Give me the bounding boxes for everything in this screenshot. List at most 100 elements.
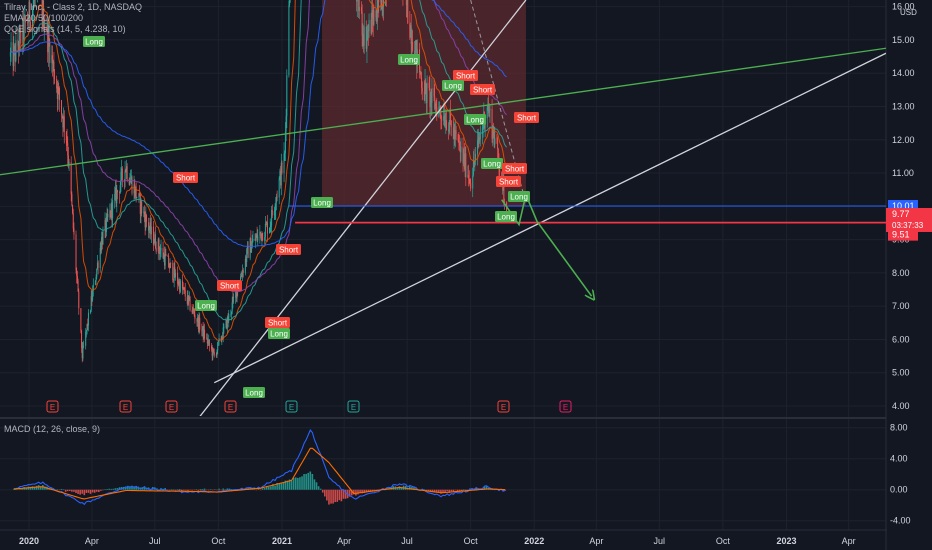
macd-histogram-bar xyxy=(106,489,108,490)
candle-body xyxy=(276,196,278,198)
macd-histogram-bar xyxy=(187,489,189,491)
macd-histogram-bar xyxy=(321,489,324,493)
candle-body xyxy=(252,238,254,242)
price-tick-label: 7.00 xyxy=(892,301,910,311)
macd-histogram-bar xyxy=(93,489,96,493)
macd-histogram-bar xyxy=(199,488,202,490)
long-signal-tag: Long xyxy=(398,54,420,65)
candle-body xyxy=(179,280,181,292)
price-tick-label: 12.00 xyxy=(892,135,915,145)
earnings-marker-label: E xyxy=(351,403,356,412)
candle-body xyxy=(266,222,268,234)
macd-histogram-bar xyxy=(203,488,206,490)
macd-histogram-bar xyxy=(326,489,328,501)
candle-body xyxy=(465,153,467,178)
signal-tag-label: Short xyxy=(499,178,519,187)
candle-body xyxy=(278,178,280,198)
candle-body xyxy=(431,88,433,103)
candle-body xyxy=(78,291,80,309)
signal-tag-label: Short xyxy=(279,246,299,255)
candle-body xyxy=(247,245,249,258)
candle-body xyxy=(426,82,428,104)
macd-histogram-bar xyxy=(89,489,92,494)
macd-histogram-bar xyxy=(108,488,110,490)
macd-histogram-bar xyxy=(195,489,198,490)
macd-histogram-bar xyxy=(189,489,191,491)
long-signal-tag: Long xyxy=(311,197,333,208)
candle-body xyxy=(479,133,481,140)
earnings-marker-label: E xyxy=(501,403,506,412)
candle-body xyxy=(58,87,60,101)
candle-body xyxy=(233,297,235,298)
candle-body xyxy=(75,234,77,271)
short-signal-tag: Short xyxy=(217,280,242,291)
time-tick-label: Jul xyxy=(654,536,666,546)
macd-histogram-bar xyxy=(332,489,334,504)
macd-histogram-bar xyxy=(197,489,200,491)
candle-body xyxy=(82,346,84,359)
candle-body xyxy=(83,345,85,347)
macd-tick-label: 8.00 xyxy=(890,423,908,433)
time-tick-label: 2022 xyxy=(524,536,544,546)
long-signal-tag: Long xyxy=(495,211,517,222)
qqe-legend[interactable]: QQE signals (14, 5, 4.238, 10) xyxy=(4,24,142,35)
main-chart-svg[interactable]: Long Short Short Long Short Short Long Long Long… xyxy=(0,0,932,550)
macd-histogram-bar xyxy=(450,489,453,492)
macd-histogram-bar xyxy=(340,489,343,502)
candle-body xyxy=(194,314,196,319)
chart-root[interactable]: Long Short Short Long Short Short Long Long Long… xyxy=(0,0,932,550)
earnings-marker-label: E xyxy=(228,403,233,412)
macd-legend[interactable]: MACD (12, 26, close, 9) xyxy=(4,424,100,435)
macd-tick-label: -4.00 xyxy=(890,516,911,526)
long-signal-tag: Long xyxy=(508,191,530,202)
time-tick-label: 2020 xyxy=(19,536,39,546)
ema-legend[interactable]: EMA 20/50/100/200 xyxy=(4,13,142,24)
symbol-legend[interactable]: Tilray, Inc. - Class 2, 1D, NASDAQ xyxy=(4,2,142,13)
short-signal-tag: Short xyxy=(276,244,301,255)
macd-histogram-bar xyxy=(185,489,187,491)
long-signal-tag: Long xyxy=(83,36,105,47)
macd-histogram-bar xyxy=(112,488,115,490)
long-signal-tag: Long xyxy=(464,114,486,125)
signal-tag-label: Long xyxy=(270,330,288,339)
signal-tag-label: Short xyxy=(220,282,240,291)
candle-body xyxy=(281,162,283,173)
macd-histogram-bar xyxy=(114,488,117,490)
time-tick-label: 2023 xyxy=(776,536,796,546)
candle-body xyxy=(155,247,157,252)
candle-body xyxy=(175,272,177,278)
macd-histogram-bar xyxy=(222,488,225,490)
signal-tag-label: Long xyxy=(197,302,215,311)
macd-histogram-bar xyxy=(205,489,208,491)
macd-histogram-bar xyxy=(13,489,15,490)
signal-tag-label: Long xyxy=(444,82,462,91)
support-price-tag: 9.51 xyxy=(888,228,918,241)
earnings-marker-label: E xyxy=(289,403,294,412)
price-tick-label: 13.00 xyxy=(892,101,915,111)
macd-histogram-bar xyxy=(278,483,281,490)
candle-body xyxy=(112,200,114,219)
macd-histogram-bar xyxy=(315,482,318,490)
signal-tag-label: Long xyxy=(313,199,331,208)
macd-histogram-bar xyxy=(81,489,84,494)
macd-tick-label: 4.00 xyxy=(890,454,908,464)
macd-histogram-bar xyxy=(216,489,218,491)
macd-histogram-bar xyxy=(207,489,210,491)
earnings-marker-label: E xyxy=(563,403,568,412)
candle-body xyxy=(242,269,244,273)
long-signal-tag: Long xyxy=(243,387,265,398)
macd-histogram-bar xyxy=(313,479,316,490)
candle-body xyxy=(208,339,210,346)
macd-histogram-bar xyxy=(268,486,270,490)
candle-body xyxy=(121,168,123,180)
time-tick-label: Apr xyxy=(337,536,351,546)
time-tick-label: Oct xyxy=(716,536,731,546)
macd-histogram-bar xyxy=(456,489,459,492)
candle-body xyxy=(160,247,162,251)
signal-tag-label: Short xyxy=(473,86,493,95)
macd-histogram-bar xyxy=(69,489,71,492)
macd-tick-label: 0.00 xyxy=(890,485,908,495)
macd-histogram-bar xyxy=(91,489,94,493)
macd-histogram-bar xyxy=(224,489,227,490)
macd-histogram-bar xyxy=(15,489,17,491)
